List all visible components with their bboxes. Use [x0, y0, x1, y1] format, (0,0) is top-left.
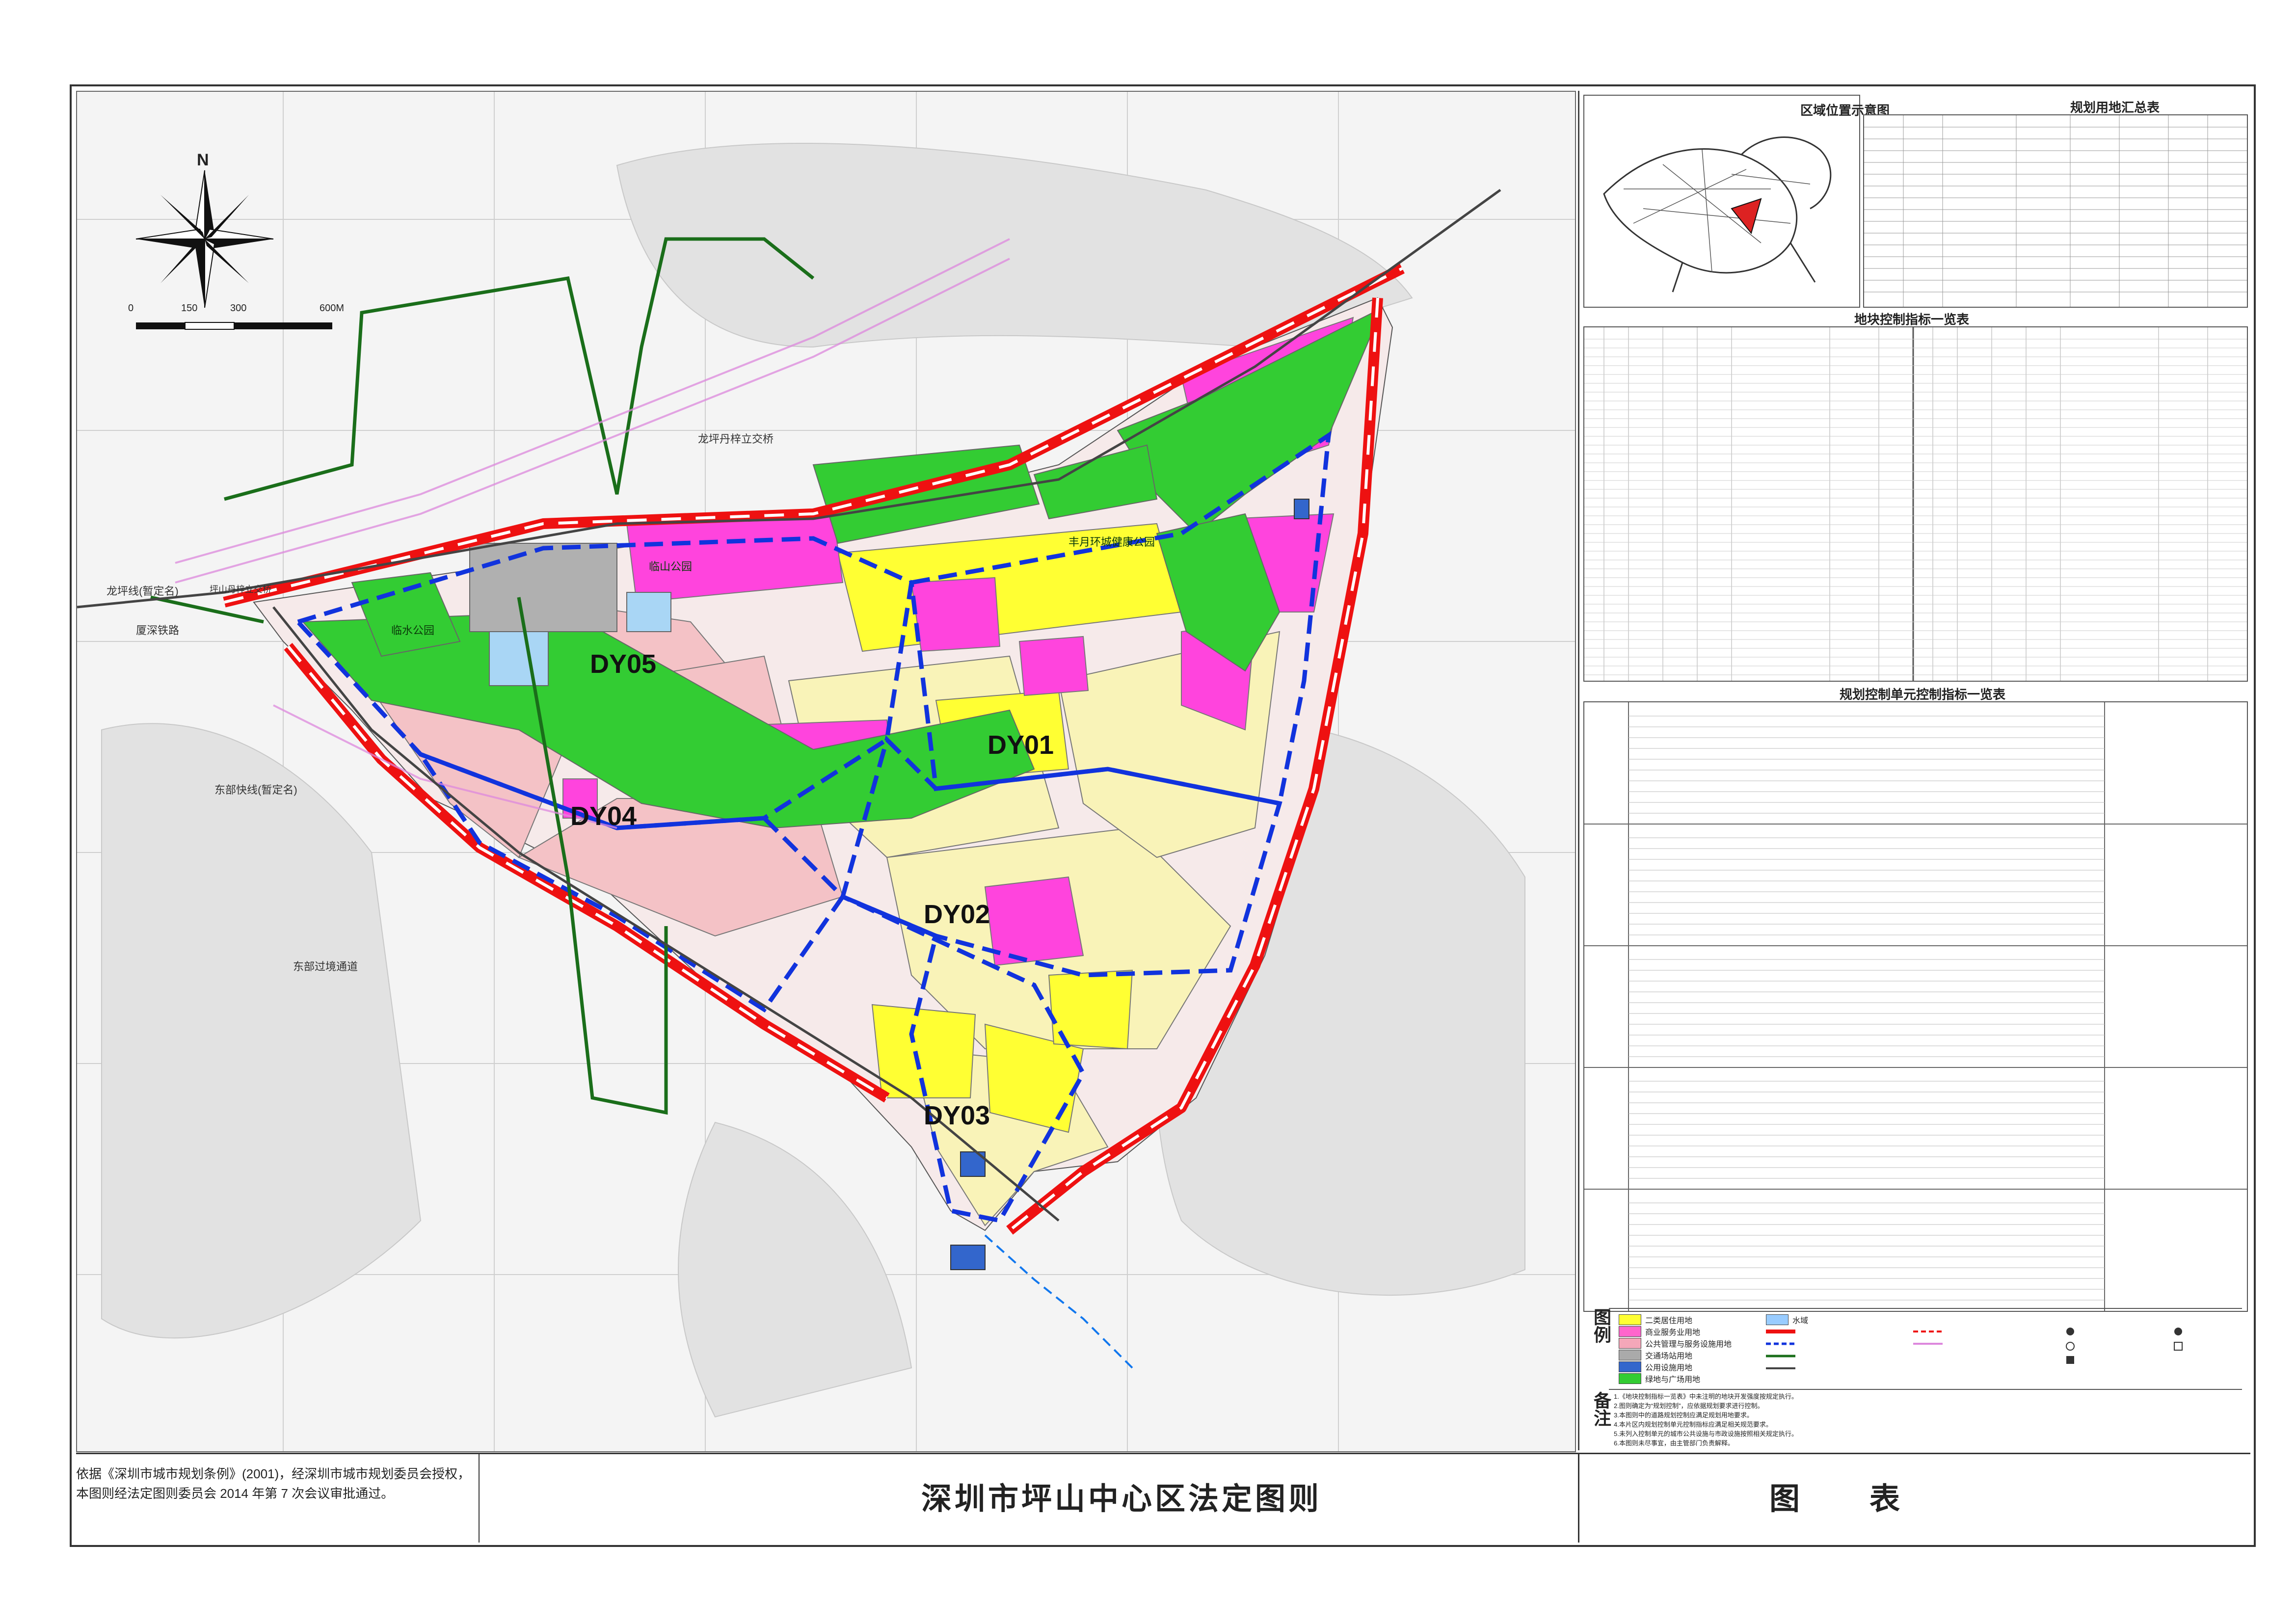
site-highlight-icon	[1731, 198, 1762, 235]
title-block: 依据《深圳市城市规划条例》(2001)，经深圳市城市规划委员会授权，本图则经法定…	[76, 1453, 2250, 1543]
map-canvas[interactable]: N 0 150 300 600M DY01 DY02 DY03 DY04 DY0…	[76, 91, 1576, 1452]
park-label-lingshui: 临水公园	[391, 624, 435, 637]
park-label-shuangyue: 丰月环城健康公园	[1068, 536, 1155, 548]
note-line: 6.本图则未尽事宜，由主管部门负责解释。	[1614, 1439, 1734, 1447]
road-label-interchange: 龙坪丹梓立交桥	[698, 433, 774, 445]
north-arrow-icon	[135, 170, 274, 308]
note-line: 3.本图则中的道路规划控制应满足规划用地要求。	[1614, 1411, 1753, 1419]
approval-text: 依据《深圳市城市规划条例》(2001)，经深圳市城市规划委员会授权，本图则经法定…	[76, 1466, 471, 1501]
legend-swatch	[1619, 1350, 1641, 1360]
legend-item: 二类居住用地	[1619, 1314, 1692, 1326]
notes-box: 1.《地块控制指标一览表》中未注明的地块开发强度按规定执行。 2.图则确定为“规…	[1609, 1389, 2242, 1448]
legend-swatch	[1619, 1361, 1641, 1372]
legend-item: 水域	[1766, 1314, 1808, 1326]
north-label: N	[197, 151, 209, 169]
section-parcel-title: 地块控制指标一览表	[1854, 312, 1970, 327]
road-label-longping: 龙坪线(暂定名)	[107, 585, 179, 597]
unit-label-dy03[interactable]: DY03	[924, 1100, 990, 1131]
section-unit-title: 规划控制单元控制指标一览表	[1840, 687, 2006, 702]
scale-tick: 0	[128, 303, 134, 314]
legend-swatch	[1619, 1326, 1641, 1337]
unit-index-table[interactable]	[1583, 701, 2248, 1312]
section-landuse-title: 规划用地汇总表	[2070, 100, 2160, 115]
note-line: 5.未列入控制单元的城市公共设施与市政设施按照相关规定执行。	[1614, 1430, 1798, 1438]
panel-title: 图 表	[1769, 1483, 1920, 1516]
legend-box: 二类居住用地 商业服务业用地 公共管理与服务设施用地 交通场站用地 公用设施用地…	[1609, 1308, 2242, 1387]
divider	[479, 1454, 480, 1543]
map-title: 深圳市坪山中心区法定图则	[921, 1483, 1322, 1516]
landuse-summary-table[interactable]	[1863, 114, 2248, 308]
note-line: 4.本片区内规划控制单元控制指标应满足相关规范要求。	[1614, 1421, 1772, 1428]
legend-symbols	[1766, 1328, 2183, 1369]
scale-tick: 600M	[320, 303, 345, 314]
divider	[1578, 1454, 1579, 1543]
legend-item: 商业服务业用地	[1619, 1326, 1700, 1337]
unit-label-dy04[interactable]: DY04	[570, 801, 637, 831]
road-label-corridor: 东部过境通道	[293, 960, 358, 973]
info-panel: 区域位置示意图 规划用地汇总表 地块控制指标一览表 规划控制单元控制指标一览表 …	[1578, 91, 2252, 1450]
unit-label-dy01[interactable]: DY01	[988, 730, 1054, 760]
scale-tick: 300	[230, 303, 247, 314]
road-label-dongbu: 东部快线(暂定名)	[214, 784, 297, 796]
legend-swatch	[1619, 1314, 1641, 1325]
location-map[interactable]	[1583, 95, 1860, 308]
scale-tick: 150	[181, 303, 198, 314]
parcel-index-table[interactable]	[1583, 326, 2248, 682]
unit-label-dy05[interactable]: DY05	[590, 649, 656, 679]
note-line: 2.图则确定为“规划控制”，应依据规划要求进行控制。	[1614, 1402, 1764, 1410]
park-label-linshan: 临山公园	[649, 560, 693, 573]
legend-swatch	[1766, 1314, 1789, 1325]
map-drawing	[77, 92, 1575, 1451]
road-label-interchange2: 坪山丹梓立交桥	[210, 585, 271, 594]
legend-item: 公共管理与服务设施用地	[1619, 1337, 1732, 1349]
legend-swatch	[1619, 1338, 1641, 1349]
unit-label-dy02[interactable]: DY02	[924, 899, 990, 930]
legend-swatch	[1619, 1373, 1641, 1384]
legend-item: 公用设施用地	[1619, 1361, 1692, 1373]
road-label-rail: 厦深铁路	[136, 624, 180, 637]
note-line: 1.《地块控制指标一览表》中未注明的地块开发强度按规定执行。	[1614, 1393, 1798, 1400]
legend-item: 绿地与广场用地	[1619, 1373, 1700, 1384]
legend-item: 交通场站用地	[1619, 1349, 1692, 1361]
scale-bar	[136, 322, 332, 330]
